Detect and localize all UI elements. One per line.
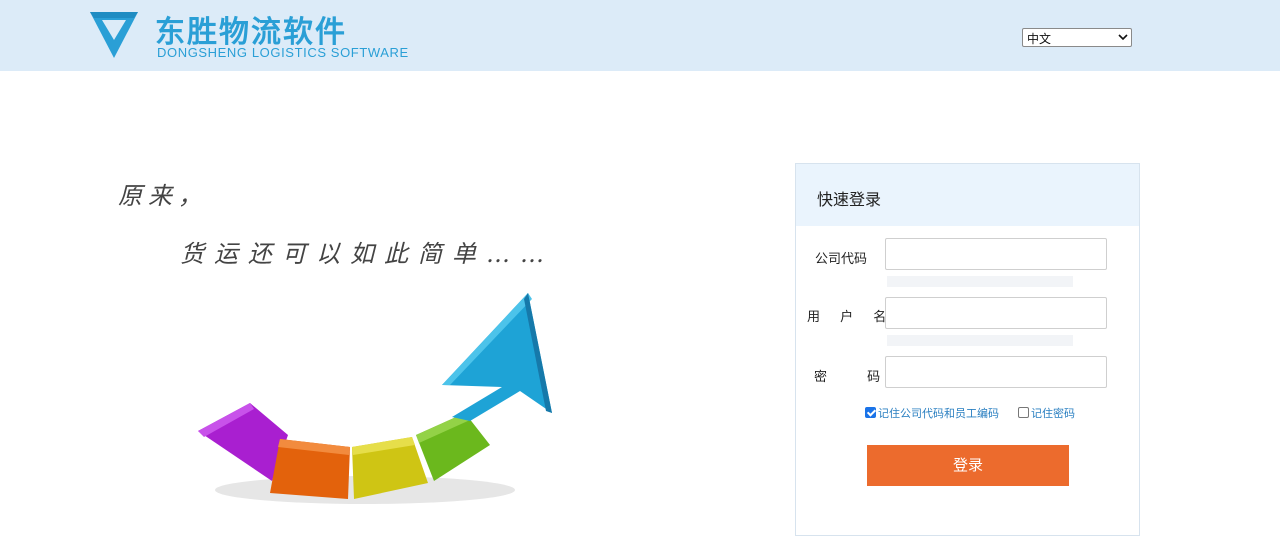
remember-password-label[interactable]: 记住密码 [1031, 407, 1075, 420]
remember-password-option[interactable]: 记住密码 [1018, 405, 1075, 421]
remember-company-option[interactable]: 记住公司代码和员工编码 [865, 405, 999, 421]
remember-password-checkbox[interactable] [1018, 407, 1029, 418]
growth-arrow-illustration [198, 293, 552, 504]
slogan-line-2: 货运还可以如此简单…… [180, 240, 554, 268]
username-hint [887, 335, 1073, 346]
top-header: 东胜物流软件 DONGSHENG LOGISTICS SOFTWARE 中文 [0, 0, 1280, 71]
language-select[interactable]: 中文 [1022, 28, 1132, 47]
diamond-logo-icon [90, 12, 138, 58]
login-header: 快速登录 [796, 164, 1139, 226]
remember-company-checkbox[interactable] [865, 407, 876, 418]
remember-company-label[interactable]: 记住公司代码和员工编码 [878, 407, 999, 420]
company-code-label: 公司代码 [815, 252, 868, 267]
company-code-hint [887, 276, 1073, 287]
brand-subtitle: DONGSHENG LOGISTICS SOFTWARE [157, 45, 409, 60]
login-title: 快速登录 [817, 190, 882, 209]
chevron-down-icon [1118, 34, 1128, 41]
login-button[interactable]: 登录 [867, 445, 1069, 486]
company-code-input[interactable] [885, 238, 1107, 270]
language-value: 中文 [1027, 32, 1052, 46]
login-panel: 快速登录 公司代码 用 户 名 密 码 记住公司代码和员工编码 记住密码 登录 [795, 163, 1140, 536]
password-input[interactable] [885, 356, 1107, 388]
username-label: 用 户 名 [807, 310, 895, 325]
username-input[interactable] [885, 297, 1107, 329]
slogan-line-1: 原来， [118, 182, 208, 210]
